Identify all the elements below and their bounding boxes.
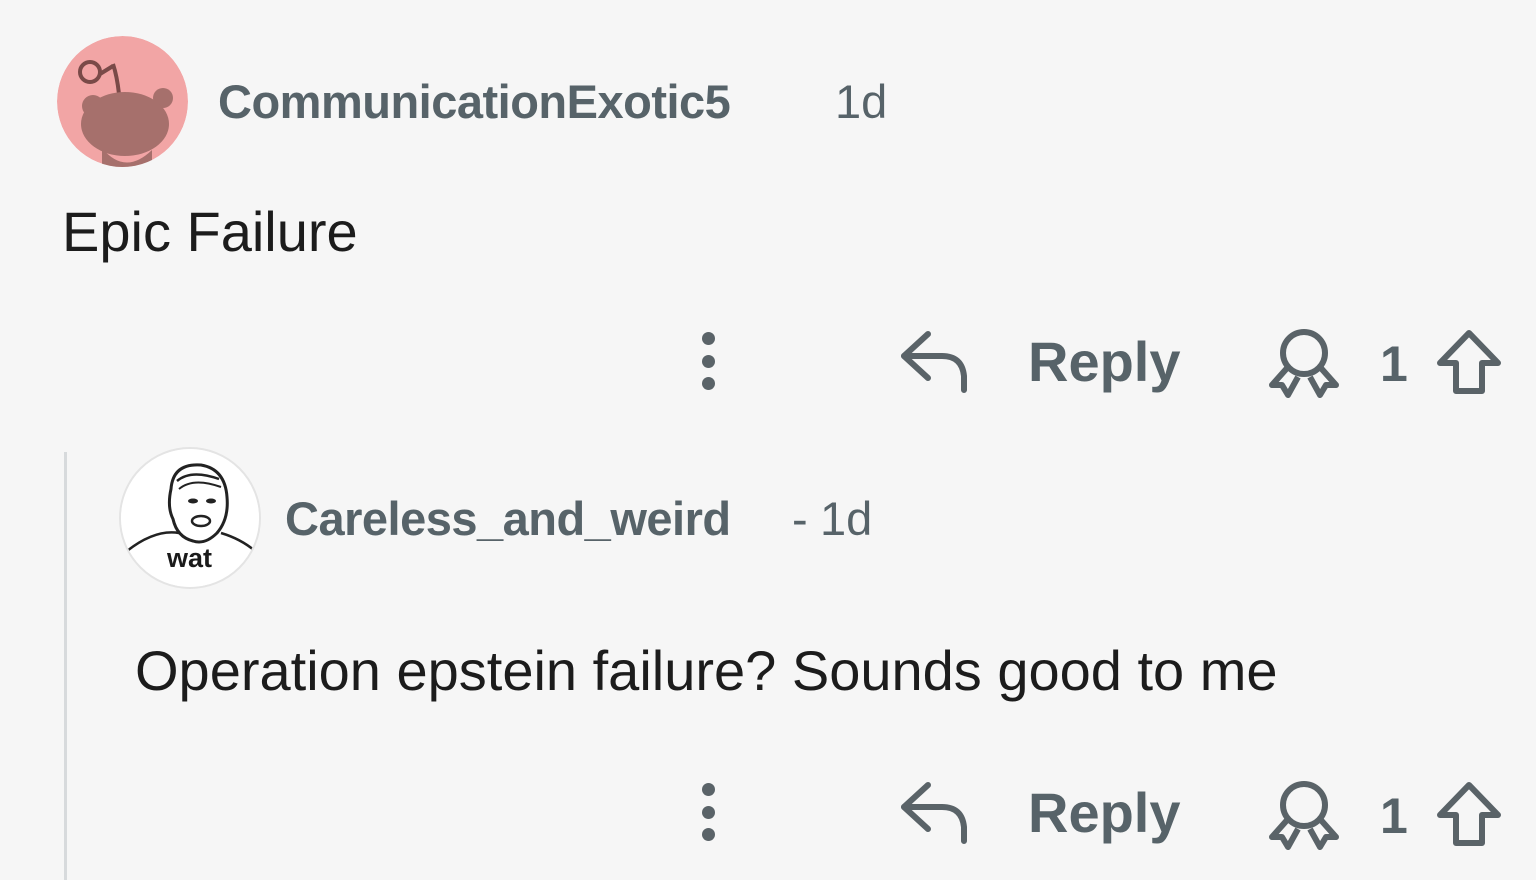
username[interactable]: CommunicationExotic5 xyxy=(218,74,731,129)
username-separator: - xyxy=(792,492,808,545)
comment-body: Operation epstein failure? Sounds good t… xyxy=(135,639,1278,702)
vote-count: 1 xyxy=(1380,788,1408,844)
more-options-button[interactable] xyxy=(688,326,728,396)
comment-age: 1d xyxy=(820,492,873,545)
avatar[interactable]: wat xyxy=(119,447,261,589)
reply-button[interactable]: Reply xyxy=(898,777,1181,847)
reply-label: Reply xyxy=(1028,329,1181,393)
reply-arrow-icon xyxy=(901,782,967,844)
upvote-icon[interactable] xyxy=(1434,329,1504,395)
reply-arrow-icon xyxy=(901,331,967,393)
award-icon[interactable] xyxy=(1266,779,1342,851)
reply-label: Reply xyxy=(1028,780,1181,844)
award-icon[interactable] xyxy=(1266,327,1342,399)
comment-age: 1d xyxy=(835,75,888,128)
more-options-icon xyxy=(701,332,715,345)
comment-body: Epic Failure xyxy=(62,200,358,263)
avatar-caption: wat xyxy=(167,543,213,573)
reply-button[interactable]: Reply xyxy=(898,326,1181,396)
comment-thread: CommunicationExotic5 1d Epic Failure Rep… xyxy=(0,0,1536,880)
username[interactable]: Careless_and_weird xyxy=(285,491,731,546)
snoo-avatar-icon xyxy=(57,36,188,167)
thread-line[interactable] xyxy=(64,452,67,880)
vote-count: 1 xyxy=(1380,336,1408,392)
more-options-icon xyxy=(701,783,715,796)
more-options-button[interactable] xyxy=(688,777,728,847)
avatar[interactable] xyxy=(57,36,188,167)
upvote-icon[interactable] xyxy=(1434,781,1504,847)
